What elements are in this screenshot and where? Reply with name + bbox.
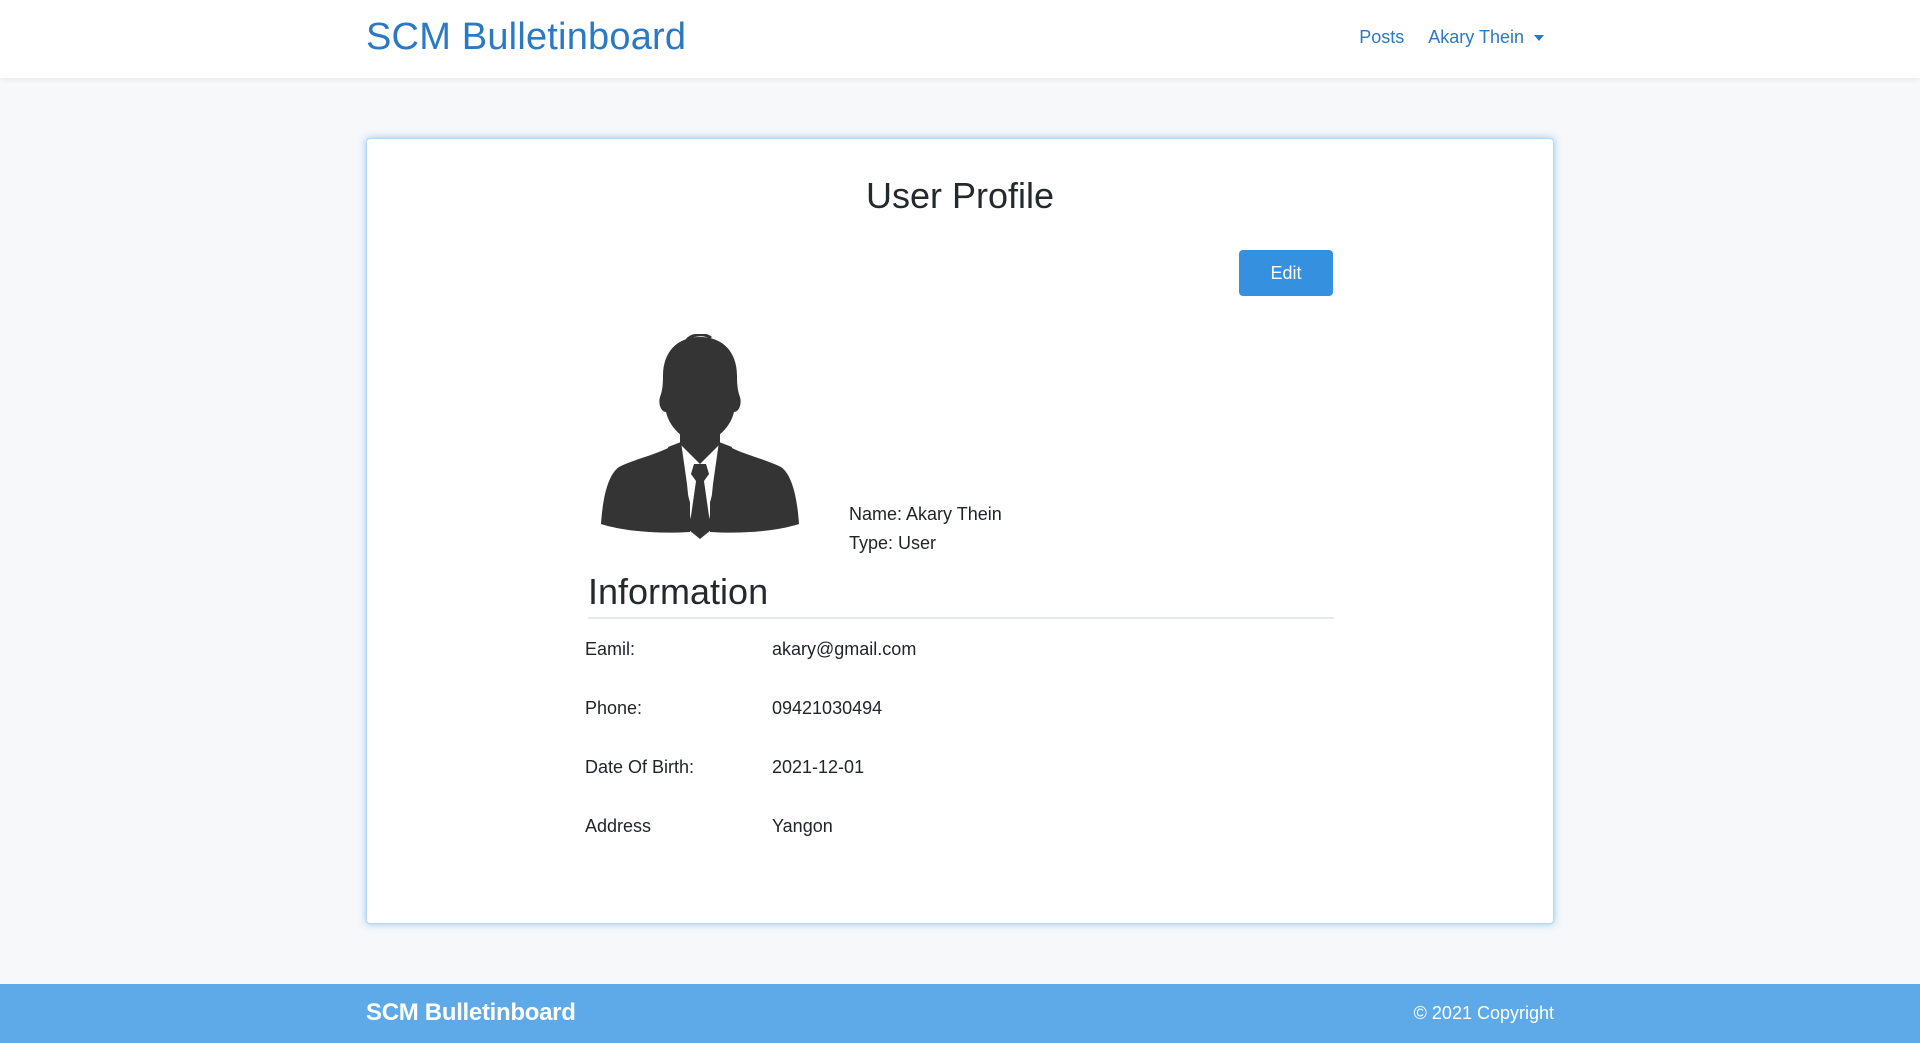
info-label: Date Of Birth:: [585, 757, 695, 777]
navbar-brand-link[interactable]: SCM Bulletinboard: [366, 16, 686, 59]
info-label: Eamil:: [585, 639, 636, 659]
page-title: User Profile: [865, 175, 1055, 216]
navbar-menu: Posts Akary Thein: [1359, 27, 1544, 48]
profile-card: User Profile Edit Name: Akary Thein Type…: [366, 138, 1554, 924]
footer-brand: SCM Bulletinboard: [366, 999, 576, 1026]
info-value: akary@gmail.com: [772, 639, 917, 659]
nav-posts-link[interactable]: Posts: [1359, 27, 1404, 48]
user-silhouette-icon: [601, 334, 799, 539]
info-label: Phone:: [585, 698, 643, 718]
profile-type: Type: User: [849, 533, 937, 553]
information-list: Eamil: akary@gmail.com Phone: 0942103049…: [585, 639, 1335, 875]
info-value: Yangon: [772, 816, 833, 836]
info-row-phone: Phone: 09421030494: [585, 698, 1335, 757]
information-heading: Information: [588, 571, 1334, 619]
page-footer: SCM Bulletinboard © 2021 Copyright: [0, 984, 1920, 1043]
profile-summary: Name: Akary Thein Type: User: [849, 500, 1002, 558]
caret-down-icon: [1534, 34, 1544, 41]
info-value: 09421030494: [772, 698, 883, 718]
profile-name: Name: Akary Thein: [849, 504, 1002, 524]
top-navbar: SCM Bulletinboard Posts Akary Thein: [0, 0, 1920, 78]
footer-copyright: © 2021 Copyright: [1413, 1003, 1554, 1023]
edit-button[interactable]: Edit: [1239, 250, 1333, 296]
info-row-date-of-birth: Date Of Birth: 2021-12-01: [585, 757, 1335, 816]
user-dropdown-label: Akary Thein: [1428, 27, 1524, 47]
info-value: 2021-12-01: [772, 757, 865, 777]
user-dropdown-toggle[interactable]: Akary Thein: [1428, 27, 1544, 48]
info-row-email: Eamil: akary@gmail.com: [585, 639, 1335, 698]
info-label: Address: [585, 816, 652, 836]
info-row-address: Address Yangon: [585, 816, 1335, 875]
